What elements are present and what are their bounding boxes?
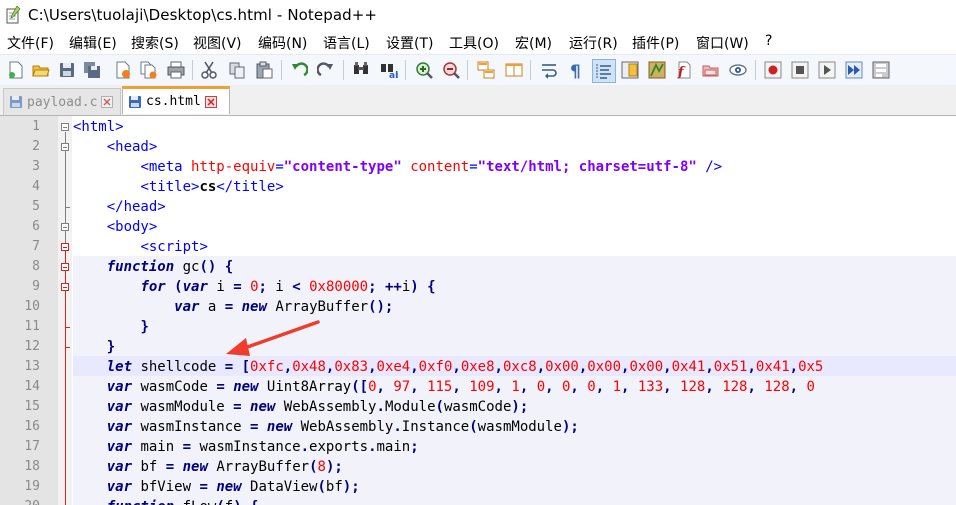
menu-settings[interactable]: 设置(T) — [386, 33, 433, 53]
tab-bar: payload.c cs.html — [0, 85, 956, 116]
stop-record-icon[interactable] — [789, 59, 811, 81]
menu-encoding[interactable]: 编码(N) — [258, 33, 307, 53]
menu-plugins[interactable]: 插件(P) — [632, 33, 679, 53]
toolbar-separator — [343, 60, 344, 80]
tab-close-icon[interactable] — [204, 95, 217, 108]
menu-tools[interactable]: 工具(O) — [449, 33, 499, 53]
print-icon[interactable] — [165, 59, 187, 81]
cut-icon[interactable] — [198, 59, 220, 81]
editor[interactable]: 1234567891011121314151617181920 <html> <… — [0, 116, 956, 505]
folder-workspace-icon[interactable]: f — [673, 59, 695, 81]
document-map-icon[interactable] — [619, 59, 641, 81]
new-file-icon[interactable] — [5, 59, 27, 81]
close-all-icon[interactable] — [138, 59, 160, 81]
indent-guide-icon[interactable] — [592, 59, 616, 83]
svg-text:¶: ¶ — [570, 62, 581, 79]
zoom-out-icon[interactable] — [440, 59, 462, 81]
menu-help[interactable]: ? — [765, 33, 772, 49]
menu-run[interactable]: 运行(R) — [569, 33, 618, 53]
function-list-icon[interactable] — [646, 59, 668, 81]
save-icon[interactable] — [56, 59, 78, 81]
toolbar-separator — [405, 60, 406, 80]
show-all-chars-icon[interactable]: ¶ — [565, 59, 587, 81]
menu-macro[interactable]: 宏(M) — [515, 33, 552, 53]
record-macro-icon[interactable] — [762, 59, 784, 81]
menu-window[interactable]: 窗口(W) — [696, 33, 749, 53]
title-bar: C:\Users\tuolaji\Desktop\cs.html - Notep… — [0, 0, 956, 30]
tab-close-icon[interactable] — [101, 96, 114, 108]
saved-file-icon — [128, 95, 142, 109]
open-file-icon[interactable] — [30, 59, 52, 81]
svg-text:ab: ab — [389, 71, 398, 79]
redo-icon[interactable] — [315, 59, 337, 81]
tab-label: payload.c — [27, 94, 98, 110]
menu-language[interactable]: 语言(L) — [323, 33, 370, 53]
menu-edit[interactable]: 编辑(E) — [69, 33, 117, 53]
save-macro-icon[interactable] — [870, 59, 892, 81]
saved-file-icon — [9, 95, 23, 109]
menu-search[interactable]: 搜索(S) — [131, 33, 179, 53]
paste-icon[interactable] — [253, 59, 275, 81]
toolbar-separator — [755, 60, 756, 80]
toolbar: ab ¶ f — [0, 54, 956, 86]
save-all-icon[interactable] — [81, 59, 103, 81]
zoom-in-icon[interactable] — [413, 59, 435, 81]
close-icon[interactable] — [112, 59, 134, 81]
sync-horizontal-icon[interactable] — [503, 59, 525, 81]
copy-icon[interactable] — [226, 59, 248, 81]
toolbar-separator — [530, 60, 531, 80]
menu-bar: 文件(F) 编辑(E) 搜索(S) 视图(V) 编码(N) 语言(L) 设置(T… — [0, 30, 956, 54]
sync-vertical-icon[interactable] — [475, 59, 497, 81]
menu-view[interactable]: 视图(V) — [193, 33, 242, 53]
menu-file[interactable]: 文件(F) — [7, 33, 54, 53]
find-icon[interactable] — [350, 59, 372, 81]
tab-cs-html[interactable]: cs.html — [122, 86, 230, 114]
notepadpp-app-icon[interactable] — [5, 5, 21, 24]
undo-icon[interactable] — [288, 59, 310, 81]
run-macro-multiple-icon[interactable] — [843, 59, 865, 81]
window-title: C:\Users\tuolaji\Desktop\cs.html - Notep… — [28, 6, 378, 24]
toolbar-separator — [467, 60, 468, 80]
word-wrap-icon[interactable] — [538, 59, 560, 81]
tab-payload-c[interactable]: payload.c — [3, 88, 121, 115]
replace-icon[interactable]: ab — [378, 59, 400, 81]
tab-label: cs.html — [146, 94, 201, 109]
toolbar-separator — [281, 60, 282, 80]
monitoring-icon[interactable] — [727, 59, 749, 81]
playback-icon[interactable] — [816, 59, 838, 81]
toolbar-separator — [192, 60, 193, 80]
project-panel-icon[interactable] — [700, 59, 722, 81]
annotation-arrow-icon — [226, 320, 320, 356]
